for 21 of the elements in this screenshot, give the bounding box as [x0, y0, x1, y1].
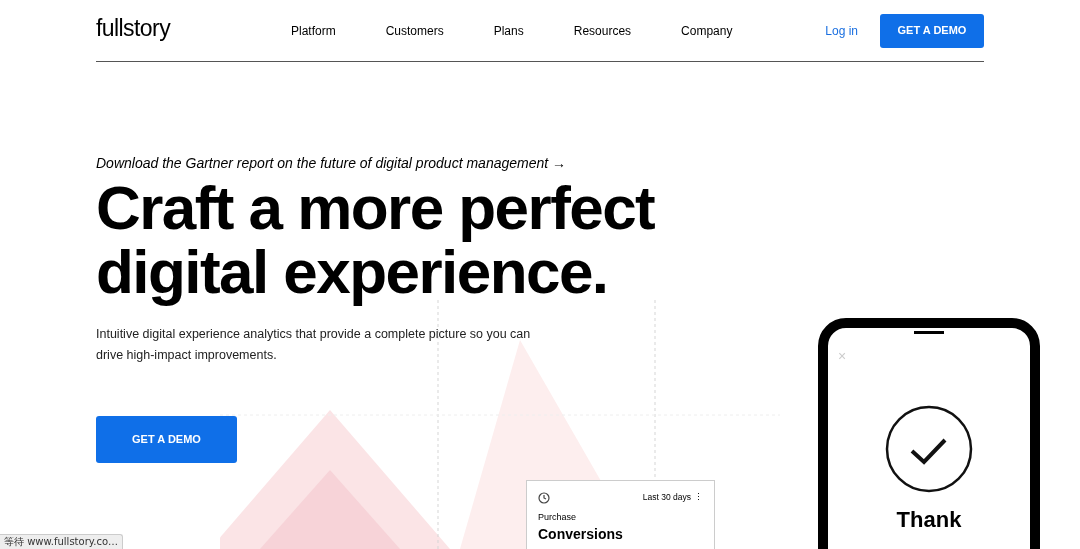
checkmark-icon [885, 405, 973, 493]
nav-link[interactable]: Resources [573, 21, 632, 40]
hero-subtitle: Intuitive digital experience analytics that provide a complete picture so you can drive high-impact improvements. [96, 326, 532, 364]
logo[interactable]: fullstory [96, 11, 291, 50]
demo-button[interactable]: GET A DEMO [880, 13, 984, 48]
status-bar: 等待 www.fullstory.co… [0, 534, 124, 549]
hero-title: Craft a more perfect digital experience. [96, 176, 656, 304]
clock-icon [538, 491, 550, 504]
nav-link[interactable]: Customers [385, 21, 444, 40]
announcement-link[interactable]: Download the Gartner report on the future of digital product management → [96, 153, 1080, 174]
metric-label: Purchase [538, 510, 578, 524]
demo-button[interactable]: GET A DEMO [96, 416, 237, 463]
nav-link[interactable]: Plans [493, 21, 524, 40]
login-link[interactable]: Log in [825, 21, 858, 40]
nav-link[interactable]: Company [681, 21, 733, 40]
metric-title: Conversions [538, 525, 624, 544]
date-range: Last 30 days [642, 491, 691, 505]
nav-link[interactable]: Platform [291, 21, 336, 40]
thank-you-text: Thank [896, 506, 962, 534]
speaker-bar [914, 331, 944, 334]
menu-icon[interactable]: ⋮ [694, 491, 703, 505]
